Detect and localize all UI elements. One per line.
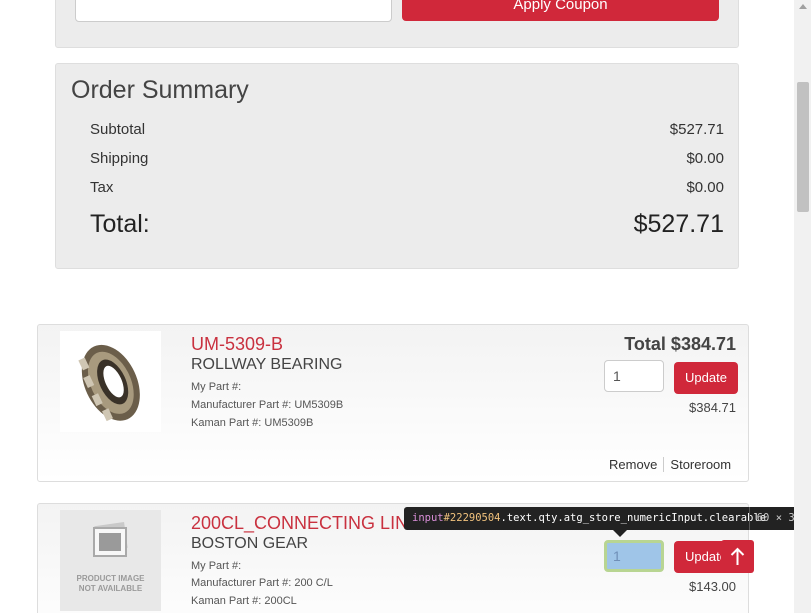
cart-page: Apply Coupon Order Summary Subtotal $527… bbox=[0, 0, 811, 613]
quantity-input[interactable]: 1 bbox=[604, 540, 664, 572]
arrow-up-icon bbox=[730, 547, 745, 565]
inspect-tooltip: input#22290504.text.qty.atg_store_numeri… bbox=[404, 507, 808, 530]
placeholder-line-1: PRODUCT IMAGE bbox=[76, 574, 145, 583]
line-total: Total $384.71 bbox=[624, 334, 736, 354]
apply-coupon-button[interactable]: Apply Coupon bbox=[402, 0, 719, 21]
placeholder-line-2: NOT AVAILABLE bbox=[78, 584, 143, 593]
part-number-link[interactable]: UM-5309-B bbox=[191, 334, 283, 355]
tooltip-arrow bbox=[613, 530, 627, 537]
kaman-part-number: Kaman Part #: 200CL bbox=[191, 595, 297, 607]
product-image[interactable] bbox=[60, 331, 161, 432]
total-row: Total: $527.71 bbox=[90, 210, 724, 239]
cart-item: UM-5309-B ROLLWAY BEARING My Part #: Man… bbox=[37, 324, 749, 482]
unit-price: $384.71 bbox=[689, 400, 736, 415]
my-part-number: My Part #: bbox=[191, 560, 242, 572]
product-name: BOSTON GEAR bbox=[191, 535, 309, 552]
total-value: $527.71 bbox=[633, 210, 724, 238]
tooltip-id: #22290504 bbox=[443, 512, 501, 524]
tax-value: $0.00 bbox=[686, 179, 724, 196]
scroll-up-arrow-icon[interactable] bbox=[799, 4, 807, 9]
item-actions: Remove Storeroom bbox=[603, 457, 737, 472]
tax-row: Tax $0.00 bbox=[90, 179, 724, 196]
tooltip-classes: .text.qty.atg_store_numericInput.clearab… bbox=[500, 512, 767, 524]
page-scrollbar[interactable] bbox=[794, 0, 811, 613]
storeroom-link[interactable]: Storeroom bbox=[663, 457, 737, 472]
subtotal-row: Subtotal $527.71 bbox=[90, 121, 724, 138]
tax-label: Tax bbox=[90, 179, 114, 196]
shipping-value: $0.00 bbox=[686, 150, 724, 167]
shipping-row: Shipping $0.00 bbox=[90, 150, 724, 167]
shipping-label: Shipping bbox=[90, 150, 149, 167]
subtotal-value: $527.71 bbox=[669, 121, 724, 138]
manufacturer-part-number: Manufacturer Part #: UM5309B bbox=[191, 399, 344, 411]
product-image-placeholder[interactable]: PRODUCT IMAGE NOT AVAILABLE bbox=[60, 510, 161, 611]
part-number-link[interactable]: 200CL_CONNECTING LINK bbox=[191, 513, 420, 534]
product-name: ROLLWAY BEARING bbox=[191, 356, 343, 373]
update-button[interactable]: Update bbox=[674, 362, 738, 394]
unit-price: $143.00 bbox=[689, 579, 736, 594]
quantity-input[interactable]: 1 bbox=[604, 360, 664, 392]
my-part-number: My Part #: bbox=[191, 381, 242, 393]
remove-link[interactable]: Remove bbox=[603, 457, 663, 472]
total-label: Total: bbox=[90, 210, 150, 238]
bearing-icon bbox=[60, 331, 161, 432]
order-summary: Order Summary Subtotal $527.71 Shipping … bbox=[55, 63, 739, 269]
scroll-to-top-button[interactable] bbox=[721, 540, 754, 573]
kaman-part-number: Kaman Part #: UM5309B bbox=[191, 417, 314, 429]
coupon-code-input[interactable] bbox=[75, 0, 392, 22]
order-summary-title: Order Summary bbox=[71, 76, 249, 104]
tooltip-tag: input bbox=[412, 512, 444, 524]
placeholder-text: PRODUCT IMAGE NOT AVAILABLE bbox=[60, 574, 161, 594]
manufacturer-part-number: Manufacturer Part #: 200 C/L bbox=[191, 577, 333, 589]
image-placeholder-icon bbox=[60, 510, 161, 611]
scrollbar-thumb[interactable] bbox=[797, 82, 809, 212]
subtotal-label: Subtotal bbox=[90, 121, 146, 138]
